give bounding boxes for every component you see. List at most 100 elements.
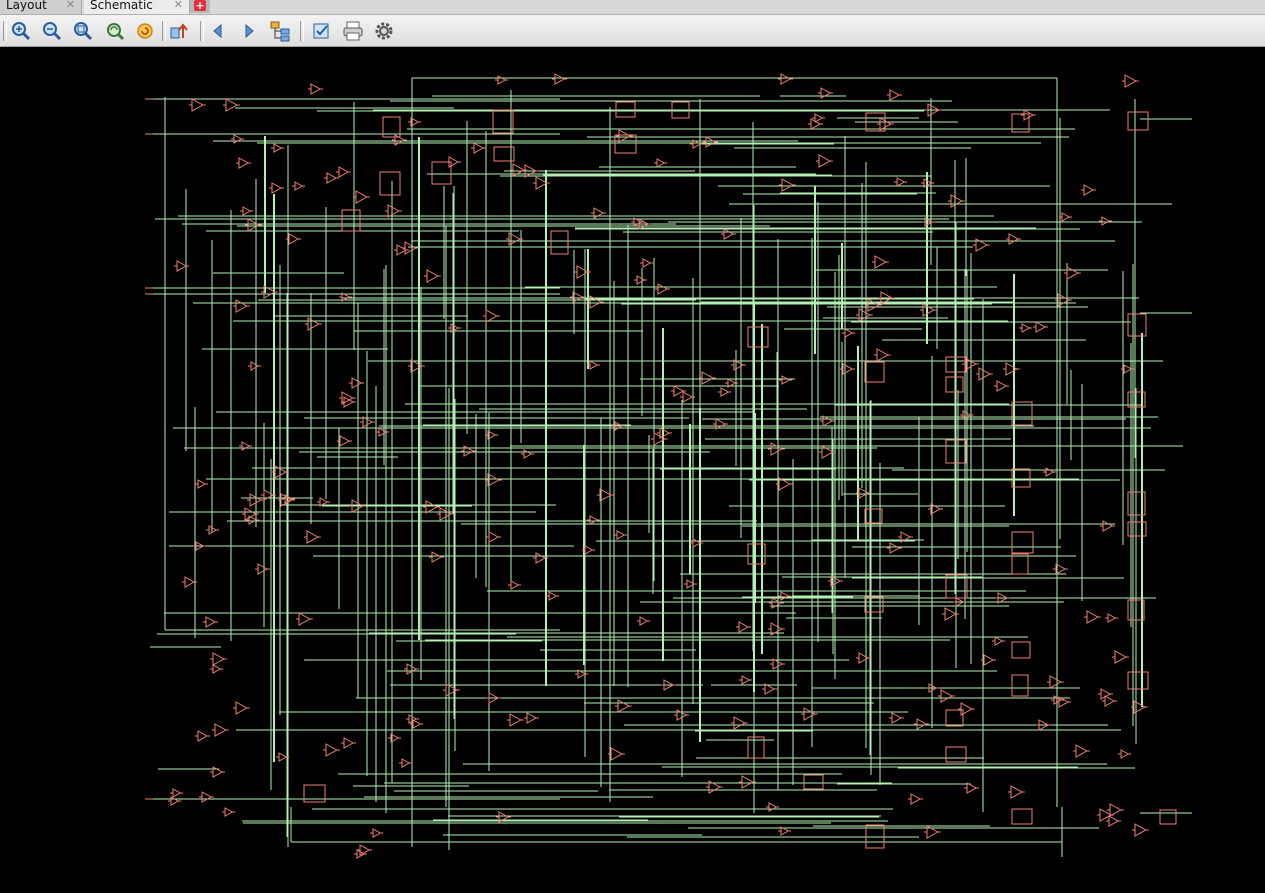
logic-gate[interactable] xyxy=(483,309,500,323)
select-edit-icon[interactable] xyxy=(311,20,333,42)
logic-gate[interactable] xyxy=(614,530,628,540)
logic-gate[interactable] xyxy=(308,83,323,95)
go-to-parent-icon[interactable] xyxy=(168,20,190,42)
logic-gate[interactable] xyxy=(1043,467,1057,477)
logic-gate[interactable] xyxy=(1059,212,1073,222)
logic-gate[interactable] xyxy=(856,308,873,322)
logic-gate[interactable] xyxy=(341,737,356,749)
print-icon[interactable] xyxy=(342,20,364,42)
logic-gate[interactable] xyxy=(779,375,793,385)
register-cell[interactable] xyxy=(747,326,769,348)
logic-gate[interactable] xyxy=(655,283,670,295)
logic-gate[interactable] xyxy=(552,73,567,85)
settings-icon[interactable] xyxy=(373,20,395,42)
logic-gate[interactable] xyxy=(210,664,224,674)
logic-gate[interactable] xyxy=(199,791,214,803)
logic-gate[interactable] xyxy=(1019,323,1033,333)
logic-gate[interactable] xyxy=(296,612,313,626)
logic-gate[interactable] xyxy=(816,154,833,168)
logic-gate[interactable] xyxy=(587,515,601,525)
logic-gate[interactable] xyxy=(608,747,625,761)
logic-gate[interactable] xyxy=(657,427,672,439)
logic-gate[interactable] xyxy=(1118,749,1132,759)
register-cell[interactable] xyxy=(803,774,824,790)
logic-gate[interactable] xyxy=(246,515,260,525)
logic-gate[interactable] xyxy=(1099,216,1113,226)
logic-gate[interactable] xyxy=(842,328,856,338)
logic-gate[interactable] xyxy=(388,733,402,743)
logic-gate[interactable] xyxy=(174,260,189,272)
logic-gate[interactable] xyxy=(739,675,753,685)
logic-gate[interactable] xyxy=(1064,266,1081,280)
logic-gate[interactable] xyxy=(1073,744,1090,758)
logic-gate[interactable] xyxy=(856,652,871,664)
logic-gate[interactable] xyxy=(304,530,321,544)
register-cell[interactable] xyxy=(1011,553,1029,575)
logic-gate[interactable] xyxy=(336,166,351,178)
logic-gate[interactable] xyxy=(223,98,240,112)
logic-gate[interactable] xyxy=(1122,74,1139,88)
logic-gate[interactable] xyxy=(994,380,1009,392)
logic-gate[interactable] xyxy=(948,194,965,208)
logic-gate[interactable] xyxy=(231,134,245,144)
logic-gate[interactable] xyxy=(399,758,413,768)
logic-gate[interactable] xyxy=(616,129,633,143)
logic-gate[interactable] xyxy=(206,525,220,535)
logic-gate[interactable] xyxy=(887,542,902,554)
logic-gate[interactable] xyxy=(766,802,780,812)
logic-gate[interactable] xyxy=(938,689,955,703)
logic-gate[interactable] xyxy=(324,172,339,184)
register-cell[interactable] xyxy=(492,109,514,134)
logic-gate[interactable] xyxy=(349,377,364,389)
register-cell[interactable] xyxy=(864,508,883,524)
logic-gate[interactable] xyxy=(408,359,425,373)
logic-gate[interactable] xyxy=(533,176,550,190)
logic-gate[interactable] xyxy=(699,371,716,385)
logic-gate[interactable] xyxy=(323,743,340,757)
logic-gate[interactable] xyxy=(255,563,270,575)
logic-gate[interactable] xyxy=(731,716,748,730)
logic-gate[interactable] xyxy=(739,775,756,789)
logic-gate[interactable] xyxy=(524,712,539,724)
logic-gate[interactable] xyxy=(236,157,251,169)
schematic-canvas[interactable] xyxy=(0,47,1265,893)
register-cell[interactable] xyxy=(379,171,401,196)
register-cell[interactable] xyxy=(341,209,361,232)
logic-gate[interactable] xyxy=(233,299,250,313)
zoom-in-icon[interactable] xyxy=(10,20,32,42)
logic-gate[interactable] xyxy=(240,206,254,216)
logic-gate[interactable] xyxy=(1008,785,1025,799)
logic-gate[interactable] xyxy=(992,636,1006,646)
logic-gate[interactable] xyxy=(506,232,523,246)
logic-gate[interactable] xyxy=(168,796,182,806)
logic-gate[interactable] xyxy=(507,713,524,727)
register-cell[interactable] xyxy=(1127,671,1149,690)
logic-gate[interactable] xyxy=(920,303,937,317)
logic-gate[interactable] xyxy=(721,228,736,240)
logic-gate[interactable] xyxy=(801,707,818,721)
logic-gate[interactable] xyxy=(1055,293,1072,307)
logic-gate[interactable] xyxy=(887,89,902,101)
logic-gate[interactable] xyxy=(1003,362,1020,376)
logic-gate[interactable] xyxy=(640,258,654,268)
logic-gate[interactable] xyxy=(429,551,444,563)
logic-gate[interactable] xyxy=(889,712,904,724)
logic-gate[interactable] xyxy=(768,442,785,456)
logic-gate[interactable] xyxy=(958,702,975,716)
logic-gate[interactable] xyxy=(222,807,236,817)
register-cell[interactable] xyxy=(1011,674,1029,697)
register-cell[interactable] xyxy=(945,746,967,763)
logic-gate[interactable] xyxy=(779,178,796,192)
logic-gate[interactable] xyxy=(872,255,889,269)
close-icon[interactable]: ✕ xyxy=(66,0,75,11)
register-cell[interactable] xyxy=(550,230,569,255)
logic-gate[interactable] xyxy=(718,387,732,397)
logic-gate[interactable] xyxy=(894,177,908,187)
logic-gate[interactable] xyxy=(195,479,209,489)
register-cell[interactable] xyxy=(431,161,452,185)
logic-gate[interactable] xyxy=(239,441,253,451)
logic-gate[interactable] xyxy=(354,849,368,859)
logic-gate[interactable] xyxy=(443,683,460,697)
logic-gate[interactable] xyxy=(485,430,499,440)
logic-gate[interactable] xyxy=(370,828,384,838)
